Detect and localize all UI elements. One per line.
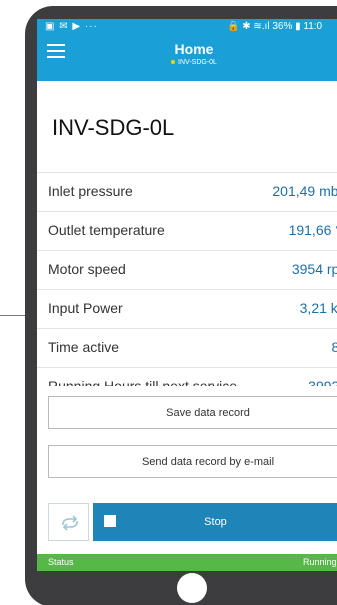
stage: ▣ ✉ ▶ ··· 🔒 ✱ ≋.ıl 36% ▮ 11:0 Home INV-S… xyxy=(0,0,337,605)
measurement-value: 201,49 mbar xyxy=(272,183,337,199)
list-item: Input Power 3,21 kW xyxy=(37,289,337,328)
list-item: Inlet pressure 201,49 mbar xyxy=(37,172,337,211)
list-item: Running Hours till next service 3992 h xyxy=(37,367,337,386)
page-subtitle: INV-SDG-0L xyxy=(37,59,337,66)
send-data-record-email-button[interactable]: Send data record by e-mail xyxy=(48,445,337,478)
measurement-value: 3,21 kW xyxy=(299,300,337,316)
save-data-record-button[interactable]: Save data record xyxy=(48,396,337,429)
list-item: Outlet temperature 191,66 °C xyxy=(37,211,337,250)
device-name: INV-SDG-0L xyxy=(52,115,175,140)
measurement-label: Running Hours till next service xyxy=(48,378,238,386)
measurement-value: 3992 h xyxy=(308,378,337,386)
measurement-list: Inlet pressure 201,49 mbar Outlet temper… xyxy=(37,172,337,386)
status-footer: Status Running xyxy=(37,554,337,571)
system-status-bar: ▣ ✉ ▶ ··· 🔒 ✱ ≋.ıl 36% ▮ 11:0 xyxy=(37,19,337,35)
list-item: Time active 8 h xyxy=(37,328,337,367)
refresh-icon xyxy=(62,515,78,531)
system-indicators: 🔒 ✱ ≋.ıl 36% ▮ 11:0 xyxy=(227,21,323,32)
tablet-frame: ▣ ✉ ▶ ··· 🔒 ✱ ≋.ıl 36% ▮ 11:0 Home INV-S… xyxy=(25,6,337,605)
app-screen: ▣ ✉ ▶ ··· 🔒 ✱ ≋.ıl 36% ▮ 11:0 Home INV-S… xyxy=(37,19,337,571)
notification-icons: ▣ ✉ ▶ ··· xyxy=(45,21,98,32)
list-item: Motor speed 3954 rpm xyxy=(37,250,337,289)
app-header: ▣ ✉ ▶ ··· 🔒 ✱ ≋.ıl 36% ▮ 11:0 Home INV-S… xyxy=(37,19,337,81)
measurement-value: 191,66 °C xyxy=(288,222,337,238)
measurement-value: 3954 rpm xyxy=(291,261,337,277)
subtitle-text: INV-SDG-0L xyxy=(178,59,217,66)
page-title: Home xyxy=(174,41,214,57)
measurement-label: Outlet temperature xyxy=(48,222,165,238)
control-bar: Stop xyxy=(48,503,337,541)
measurement-label: Input Power xyxy=(48,300,123,316)
status-label: Status xyxy=(48,557,74,567)
measurement-value: 8 h xyxy=(331,339,337,355)
stop-button[interactable]: Stop xyxy=(93,503,337,541)
connection-dot-icon xyxy=(171,60,176,65)
measurement-label: Time active xyxy=(48,339,120,355)
refresh-button[interactable] xyxy=(48,503,89,541)
tablet-home-button[interactable] xyxy=(177,573,207,603)
stop-label: Stop xyxy=(204,516,227,528)
measurement-label: Inlet pressure xyxy=(48,183,133,199)
status-badge: Running xyxy=(303,557,337,567)
measurement-label: Motor speed xyxy=(48,261,126,277)
